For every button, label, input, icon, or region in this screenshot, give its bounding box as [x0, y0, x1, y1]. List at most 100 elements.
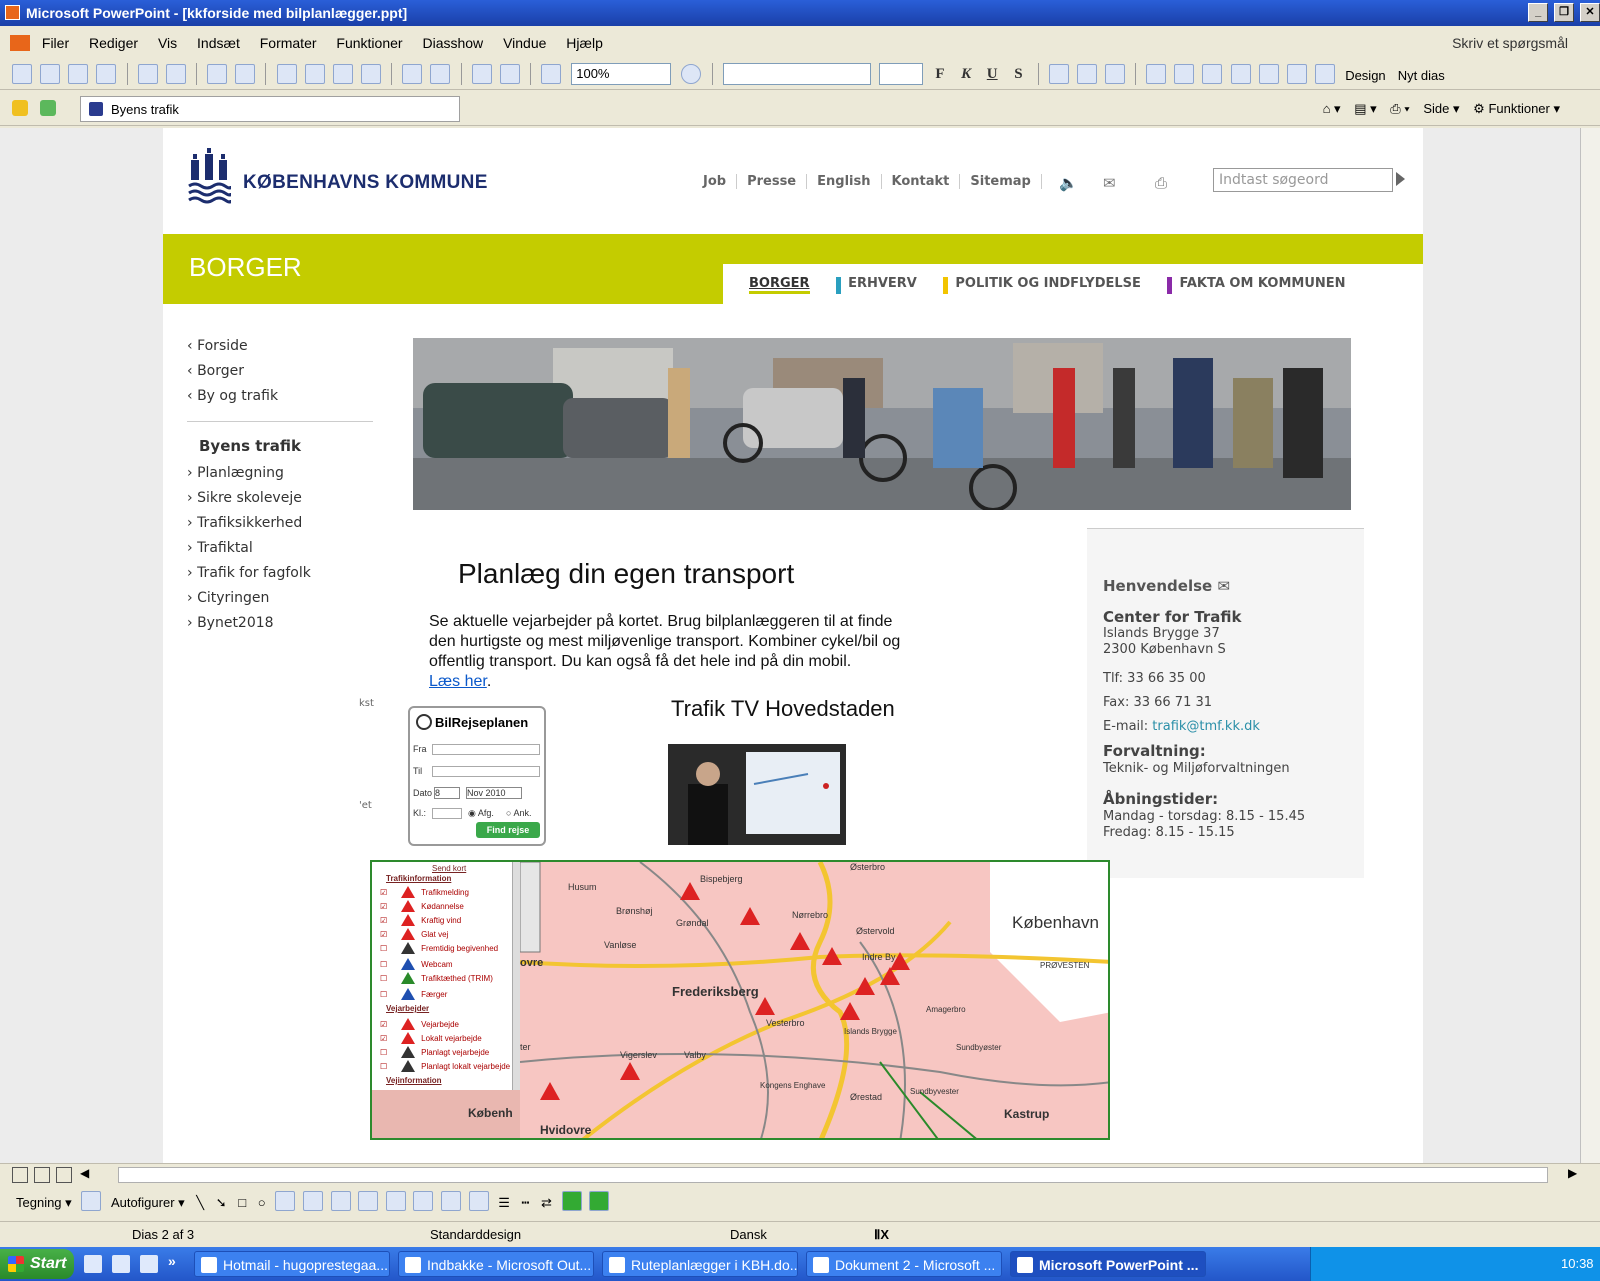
arrow-style-icon[interactable]: ⇄ [541, 1195, 552, 1211]
legend-item[interactable]: ☐ Færger [380, 988, 447, 1000]
print-icon[interactable] [137, 64, 158, 84]
numbering-icon[interactable] [1146, 64, 1167, 84]
subnav-sikre-skoleveje[interactable]: › Sikre skoleveje [187, 486, 373, 511]
print-menu-icon[interactable]: ⎙ ▾ [1390, 101, 1409, 116]
tools-menu[interactable]: ⚙ Funktioner ▾ [1473, 101, 1560, 116]
align-right-icon[interactable] [1104, 64, 1125, 84]
minimize-button[interactable]: _ [1528, 3, 1549, 22]
clipart-icon[interactable] [358, 1191, 379, 1211]
font-select[interactable] [722, 63, 871, 85]
tv-video-thumbnail[interactable] [668, 744, 846, 845]
zoom-select[interactable]: 100% [571, 63, 672, 85]
printer-icon[interactable]: ⎙ [1155, 174, 1167, 192]
3d-icon[interactable] [589, 1191, 610, 1211]
contact-email-link[interactable]: trafik@tmf.kk.dk [1152, 719, 1260, 734]
bilrejseplanen-widget[interactable]: BilRejseplanen Fra Til Dato 8 Nov 2010 K… [408, 706, 546, 846]
section-fakta[interactable]: FAKTA OM KOMMUNEN [1167, 276, 1346, 294]
slide-body[interactable]: Se aktuelle vejarbejder på kortet. Brug … [429, 612, 919, 692]
legend-section-roadinfo[interactable]: Vejinformation [386, 1076, 442, 1085]
month-select[interactable]: Nov 2010 [466, 787, 522, 799]
breadcrumb-forside[interactable]: ‹ Forside [187, 334, 373, 359]
read-more-link[interactable]: Læs her [429, 673, 487, 690]
legend-item[interactable]: ☐ Planlagt lokalt vejarbejde [380, 1060, 510, 1072]
legend-section-traffic[interactable]: Trafikinformation [386, 874, 451, 883]
line-icon[interactable]: ╲ [196, 1195, 204, 1211]
paste-icon[interactable] [332, 64, 353, 84]
legend-item[interactable]: ☐ Trafiktæthed (TRIM) [380, 972, 493, 984]
slide-sorter-icon[interactable] [34, 1167, 50, 1183]
send-map-link[interactable]: Send kort [432, 864, 466, 873]
legend-scrollbar[interactable] [512, 862, 520, 1090]
contact-panel[interactable]: Henvendelse ✉ Center for Trafik Islands … [1087, 528, 1364, 878]
rectangle-icon[interactable]: □ [238, 1195, 246, 1210]
speaker-icon[interactable]: 🔈 [1059, 174, 1078, 192]
autoshapes-menu[interactable]: Autofigurer ▾ [111, 1195, 185, 1211]
help-icon[interactable] [681, 64, 702, 84]
top-link-job[interactable]: Job [693, 174, 738, 189]
slide-editing-area[interactable]: KØBENHAVNS KOMMUNE Job Presse English Konta… [0, 128, 1580, 1163]
task-outlook[interactable]: Indbakke - Microsoft Out... [398, 1251, 594, 1277]
design-button[interactable]: Design [1345, 68, 1385, 83]
top-link-english[interactable]: English [807, 174, 882, 189]
subnav-planlaegning[interactable]: › Planlægning [187, 461, 373, 486]
dash-style-icon[interactable]: ┅ [522, 1195, 530, 1211]
legend-item[interactable]: ☐ Webcam [380, 958, 453, 970]
top-link-sitemap[interactable]: Sitemap [960, 174, 1042, 189]
increase-indent-icon[interactable] [1286, 64, 1307, 84]
shadow-button[interactable]: S [1007, 66, 1029, 83]
slideshow-view-icon[interactable] [56, 1167, 72, 1183]
subnav-trafik-for-fagfolk[interactable]: › Trafik for fagfolk [187, 561, 373, 586]
slide-page[interactable]: KØBENHAVNS KOMMUNE Job Presse English Konta… [163, 128, 1423, 1163]
favorites-star-icon[interactable] [12, 100, 28, 116]
from-input[interactable] [432, 744, 540, 755]
start-button[interactable]: Start [0, 1249, 74, 1279]
page-menu[interactable]: Side ▾ [1423, 101, 1459, 116]
print-preview-icon[interactable] [165, 64, 186, 84]
legend-item[interactable]: ☑ Trafikmelding [380, 886, 469, 898]
spelling-status-icon[interactable]: ⅡX [874, 1222, 889, 1248]
open-icon[interactable] [40, 64, 61, 84]
subnav-trafiktal[interactable]: › Trafiktal [187, 536, 373, 561]
site-brand[interactable]: KØBENHAVNS KOMMUNE [243, 172, 488, 194]
horizontal-scrollbar[interactable] [118, 1167, 1548, 1183]
font-color-icon[interactable] [1315, 64, 1336, 84]
underline-button[interactable]: U [981, 66, 1003, 83]
spelling-icon[interactable] [207, 64, 228, 84]
undo-icon[interactable] [402, 64, 423, 84]
breadcrumb-by-og-trafik[interactable]: ‹ By og trafik [187, 384, 373, 409]
menu-tools[interactable]: Funktioner [336, 35, 402, 51]
task-word-route[interactable]: Ruteplanlægger i KBH.do... [602, 1251, 798, 1277]
legend-item[interactable]: ☑ Kraftig vind [380, 914, 461, 926]
legend-item[interactable]: ☑ Lokalt vejarbejde [380, 1032, 482, 1044]
add-favorite-icon[interactable] [40, 100, 56, 116]
map-canvas[interactable]: Østerbro Husum Bispebjerg Brønshøj Nørre… [520, 862, 1110, 1140]
subnav-trafiksikkerhed[interactable]: › Trafiksikkerhed [187, 511, 373, 536]
grid-icon[interactable] [541, 64, 562, 84]
normal-view-icon[interactable] [12, 1167, 28, 1183]
arrow-icon[interactable]: ➘ [216, 1195, 227, 1211]
to-input[interactable] [432, 766, 540, 777]
map-legend[interactable]: Send kort Trafikinformation ☑ Trafikmeldi… [372, 862, 520, 1138]
diagram-icon[interactable] [330, 1191, 351, 1211]
top-link-press[interactable]: Presse [737, 174, 808, 189]
bullets-icon[interactable] [1174, 64, 1195, 84]
legend-item[interactable]: ☑ Kødannelse [380, 900, 464, 912]
legend-section-roadworks[interactable]: Vejarbejder [386, 1004, 429, 1013]
subnav-cityringen[interactable]: › Cityringen [187, 586, 373, 611]
new-icon[interactable] [12, 64, 32, 84]
legend-item[interactable]: ☑ Glat vej [380, 928, 448, 940]
wordart-icon[interactable] [302, 1191, 323, 1211]
chart-icon[interactable] [471, 64, 492, 84]
line-color-icon[interactable] [441, 1191, 461, 1211]
permission-icon[interactable] [96, 64, 117, 84]
menu-insert[interactable]: Indsæt [197, 35, 240, 51]
line-style-icon[interactable]: ☰ [498, 1195, 510, 1211]
shadow-icon[interactable] [561, 1191, 582, 1211]
scroll-right-icon[interactable]: ▶ [1568, 1166, 1577, 1180]
depart-radio[interactable]: ◉ Afg. [468, 808, 494, 819]
cut-icon[interactable] [276, 64, 297, 84]
menu-file[interactable]: Filer [42, 35, 69, 51]
breadcrumb-borger[interactable]: ‹ Borger [187, 359, 373, 384]
top-link-contact[interactable]: Kontakt [881, 174, 961, 189]
search-arrow-icon[interactable] [1396, 172, 1405, 186]
